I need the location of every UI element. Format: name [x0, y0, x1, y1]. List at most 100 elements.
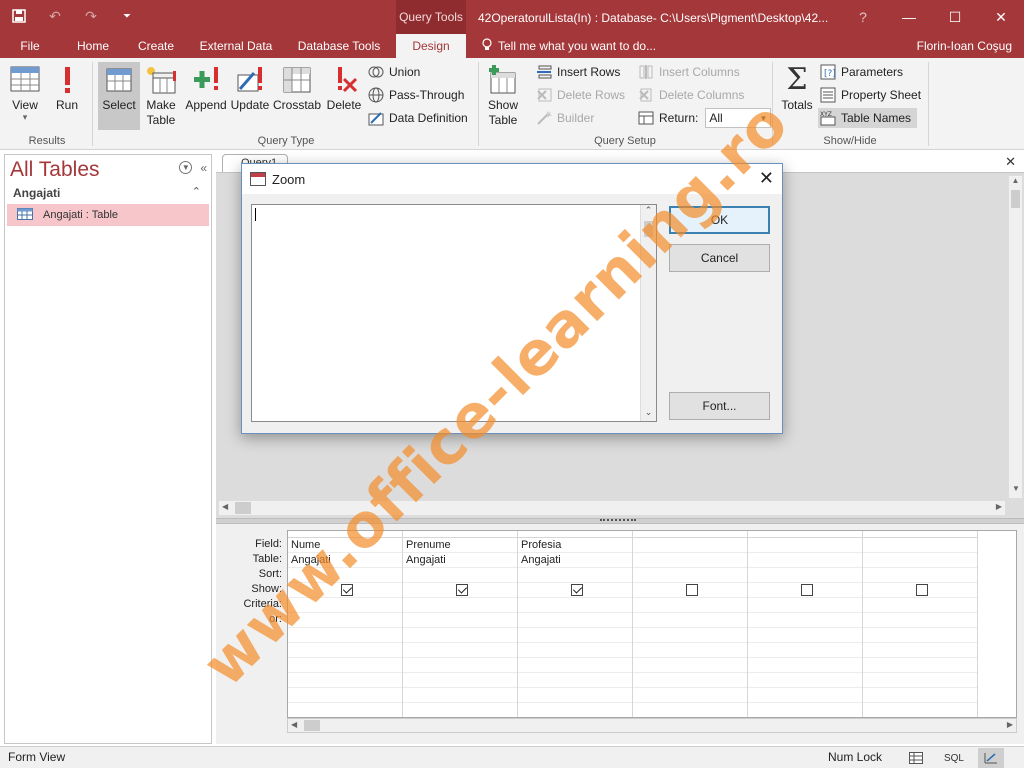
save-icon[interactable] — [8, 6, 30, 26]
extra-criteria-cell[interactable] — [403, 643, 517, 658]
table-names-button[interactable]: XYZ Table Names — [818, 108, 918, 128]
collapse-pane-icon[interactable]: « — [200, 161, 207, 175]
show-checkbox[interactable] — [915, 584, 928, 596]
criteria-cell[interactable] — [403, 598, 517, 613]
scroll-thumb[interactable] — [1011, 190, 1020, 208]
collapse-group-icon[interactable]: ⌃ — [192, 185, 201, 198]
crosstab-button[interactable]: Crosstab — [272, 62, 322, 130]
view-button[interactable]: View ▾ — [6, 62, 44, 130]
cancel-button[interactable]: Cancel — [669, 244, 770, 272]
splitter-grip[interactable] — [600, 519, 636, 523]
help-button[interactable]: ? — [840, 0, 886, 34]
close-query-icon[interactable]: ✕ — [1005, 154, 1016, 170]
sql-view-button[interactable]: SQL — [940, 748, 968, 768]
tab-home[interactable]: Home — [68, 34, 118, 58]
table-cell[interactable]: Angajati — [403, 553, 517, 568]
update-button[interactable]: Update — [230, 62, 270, 130]
zoom-vertical-scrollbar[interactable]: ⌃ ⌄ — [640, 205, 656, 421]
sort-cell[interactable] — [633, 568, 747, 583]
or-cell[interactable] — [863, 613, 977, 628]
field-cell[interactable]: Prenume — [403, 538, 517, 553]
return-select[interactable]: All ▼ — [705, 108, 772, 128]
union-button[interactable]: Union — [368, 62, 420, 82]
extra-criteria-cell[interactable] — [288, 658, 402, 673]
extra-criteria-cell[interactable] — [633, 673, 747, 688]
column-selector[interactable] — [518, 531, 632, 538]
or-cell[interactable] — [633, 613, 747, 628]
column-selector[interactable] — [748, 531, 862, 538]
design-horizontal-scrollbar[interactable]: ◀ ▶ — [218, 500, 1006, 516]
table-cell[interactable]: Angajati — [518, 553, 632, 568]
sort-cell[interactable] — [748, 568, 862, 583]
run-button[interactable]: Run — [50, 62, 84, 130]
column-selector[interactable] — [633, 531, 747, 538]
minimize-button[interactable]: — — [886, 0, 932, 34]
table-cell[interactable] — [863, 553, 977, 568]
scroll-left-icon[interactable]: ◀ — [291, 720, 297, 729]
delete-rows-button[interactable]: Delete Rows — [536, 85, 625, 105]
extra-criteria-cell[interactable] — [288, 673, 402, 688]
data-definition-button[interactable]: Data Definition — [368, 108, 468, 128]
scroll-right-icon[interactable]: ▶ — [1007, 720, 1013, 729]
or-cell[interactable] — [403, 613, 517, 628]
extra-criteria-cell[interactable] — [518, 673, 632, 688]
field-cell[interactable] — [633, 538, 747, 553]
criteria-cell[interactable] — [288, 598, 402, 613]
extra-criteria-cell[interactable] — [288, 643, 402, 658]
customize-qat-icon[interactable]: ⏷ — [116, 6, 138, 26]
extra-criteria-cell[interactable] — [518, 688, 632, 703]
extra-criteria-cell[interactable] — [863, 673, 977, 688]
tab-database-tools[interactable]: Database Tools — [292, 34, 386, 58]
redo-icon[interactable]: ↷ — [80, 6, 102, 26]
nav-menu-icon[interactable]: ▼ — [179, 161, 193, 174]
criteria-cell[interactable] — [748, 598, 862, 613]
column-selector[interactable] — [863, 531, 977, 538]
show-checkbox[interactable] — [800, 584, 813, 596]
insert-rows-button[interactable]: Insert Rows — [536, 62, 620, 82]
scroll-thumb[interactable] — [644, 221, 653, 237]
scroll-down-icon[interactable]: ▼ — [1009, 484, 1023, 498]
sort-cell[interactable] — [288, 568, 402, 583]
tab-file[interactable]: File — [8, 34, 52, 58]
criteria-cell[interactable] — [518, 598, 632, 613]
close-icon[interactable]: ✕ — [759, 168, 774, 189]
maximize-button[interactable]: ☐ — [932, 0, 978, 34]
sort-cell[interactable] — [403, 568, 517, 583]
tell-me-box[interactable]: Tell me what you want to do... — [482, 38, 656, 54]
delete-query-button[interactable]: Delete — [326, 62, 362, 130]
show-checkbox[interactable] — [455, 584, 468, 596]
scroll-down-icon[interactable]: ⌄ — [641, 407, 656, 421]
extra-criteria-cell[interactable] — [518, 628, 632, 643]
show-checkbox[interactable] — [340, 584, 353, 596]
show-checkbox[interactable] — [685, 584, 698, 596]
extra-criteria-cell[interactable] — [748, 688, 862, 703]
undo-icon[interactable]: ↶ — [44, 6, 66, 26]
close-button[interactable]: ✕ — [978, 0, 1024, 34]
scroll-up-icon[interactable]: ⌃ — [641, 205, 656, 219]
extra-criteria-cell[interactable] — [863, 628, 977, 643]
font-button[interactable]: Font... — [669, 392, 770, 420]
extra-criteria-cell[interactable] — [518, 643, 632, 658]
sort-cell[interactable] — [518, 568, 632, 583]
table-cell[interactable] — [633, 553, 747, 568]
column-selector[interactable] — [403, 531, 517, 538]
extra-criteria-cell[interactable] — [518, 658, 632, 673]
extra-criteria-cell[interactable] — [748, 673, 862, 688]
column-selector[interactable] — [288, 531, 402, 538]
extra-criteria-cell[interactable] — [633, 643, 747, 658]
extra-criteria-cell[interactable] — [748, 658, 862, 673]
make-table-button[interactable]: Make Table — [142, 62, 180, 130]
scroll-left-icon[interactable]: ◀ — [222, 502, 228, 511]
tab-design[interactable]: Design — [396, 34, 466, 58]
pass-through-button[interactable]: Pass-Through — [368, 85, 464, 105]
field-cell[interactable]: Profesia — [518, 538, 632, 553]
or-cell[interactable] — [288, 613, 402, 628]
parameters-button[interactable]: [?] Parameters — [820, 62, 903, 82]
show-checkbox[interactable] — [570, 584, 583, 596]
user-name[interactable]: Florin-Ioan Coşug — [917, 39, 1012, 53]
tab-external-data[interactable]: External Data — [194, 34, 278, 58]
table-cell[interactable]: Angajati — [288, 553, 402, 568]
delete-columns-button[interactable]: Delete Columns — [638, 85, 744, 105]
field-cell[interactable] — [863, 538, 977, 553]
or-cell[interactable] — [518, 613, 632, 628]
